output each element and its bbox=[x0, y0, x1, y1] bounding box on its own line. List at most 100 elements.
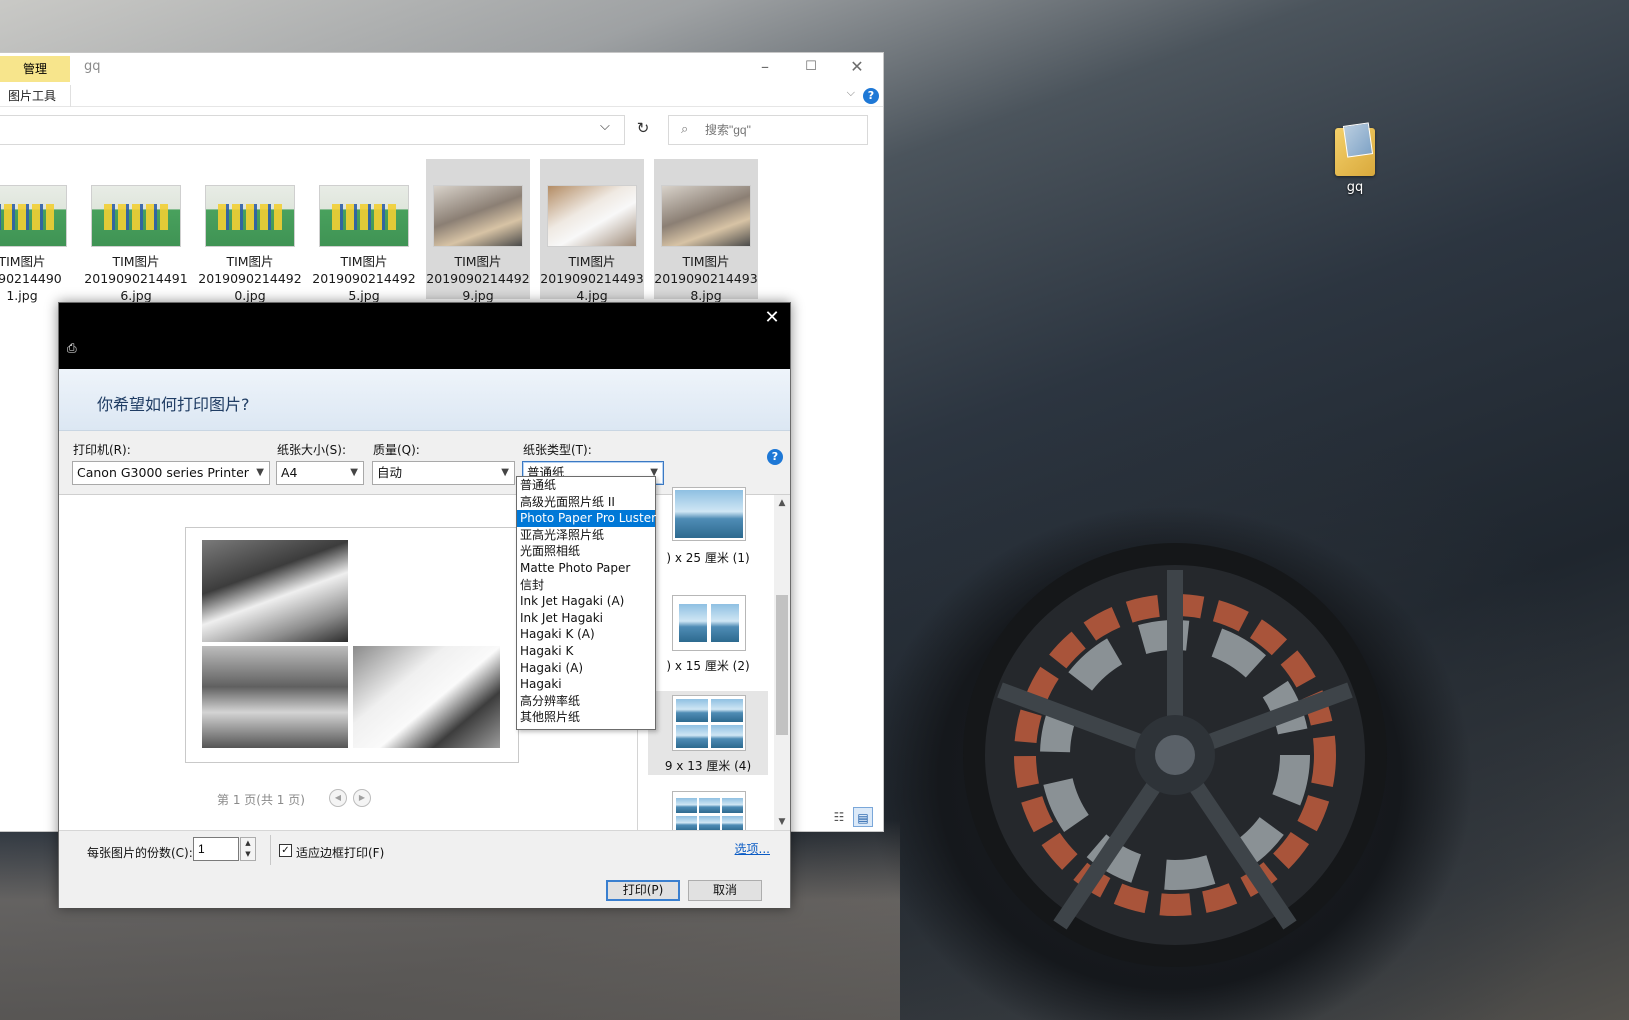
dropdown-option[interactable]: Hagaki (A) bbox=[517, 660, 655, 677]
layout-scrollbar[interactable]: ▲ ▼ bbox=[774, 495, 790, 830]
dropdown-option[interactable]: Ink Jet Hagaki (A) bbox=[517, 593, 655, 610]
layout-thumbnail bbox=[672, 695, 746, 751]
dropdown-option[interactable]: 其他照片纸 bbox=[517, 709, 655, 726]
dropdown-option[interactable]: 普通纸 bbox=[517, 477, 655, 494]
file-item[interactable]: TIM图片 2019090214492 0.jpg bbox=[198, 159, 302, 303]
printer-label: 打印机(R): bbox=[73, 443, 131, 457]
help-icon[interactable]: ? bbox=[863, 88, 879, 104]
file-thumbnail bbox=[661, 185, 751, 247]
quality-label: 质量(Q): bbox=[373, 443, 420, 457]
file-thumbnail bbox=[547, 185, 637, 247]
desktop-folder-gq[interactable]: gq bbox=[1325, 128, 1385, 195]
large-icons-view-icon[interactable]: ▤ bbox=[853, 807, 873, 827]
scroll-down-icon[interactable]: ▼ bbox=[774, 814, 790, 830]
file-name: TIM图片 2019090214493 8.jpg bbox=[654, 254, 758, 303]
printer-select-value: Canon G3000 series Printer bbox=[77, 465, 249, 480]
page-indicator: 第 1 页(共 1 页) bbox=[217, 793, 305, 807]
view-mode-switcher: ☷ ▤ bbox=[829, 807, 877, 827]
file-thumbnail bbox=[319, 185, 409, 247]
layout-option-selected[interactable]: 9 x 13 厘米 (4) bbox=[648, 691, 768, 775]
window-title: gq bbox=[84, 59, 101, 74]
dialog-question: 你希望如何打印图片? bbox=[97, 395, 250, 414]
row-divider bbox=[270, 835, 271, 865]
layout-caption: 9 x 13 厘米 (4) bbox=[664, 759, 752, 773]
refresh-button[interactable]: ↻ bbox=[628, 119, 658, 137]
next-page-button[interactable]: ▶ bbox=[353, 789, 371, 807]
print-pictures-dialog: ⎙ ✕ 你希望如何打印图片? 打印机(R): 纸张大小(S): 质量(Q): 纸… bbox=[58, 302, 791, 908]
options-link[interactable]: 选项... bbox=[735, 840, 770, 857]
dropdown-option[interactable]: 信封 bbox=[517, 577, 655, 594]
layout-thumbnail bbox=[672, 595, 746, 651]
dropdown-option[interactable]: Hagaki K bbox=[517, 643, 655, 660]
stepper-down-icon[interactable]: ▼ bbox=[241, 849, 255, 860]
dialog-close-button[interactable]: ✕ bbox=[760, 307, 784, 328]
dropdown-option-highlighted[interactable]: Photo Paper Pro Luster bbox=[517, 510, 656, 527]
layout-list: ) x 25 厘米 (1) ) x 15 厘米 (2) 9 x 13 厘米 (4… bbox=[637, 487, 790, 831]
layout-caption: ) x 25 厘米 (1) bbox=[666, 551, 750, 565]
dropdown-option[interactable]: 高级光面照片纸 II bbox=[517, 494, 655, 511]
paper-size-label: 纸张大小(S): bbox=[277, 443, 347, 457]
paper-size-select[interactable]: A4 ▼ bbox=[276, 461, 364, 485]
search-box[interactable]: ⌕ bbox=[668, 115, 868, 145]
address-row: ⌵ ↻ ⌕ bbox=[0, 107, 883, 147]
file-item-selected[interactable]: TIM图片 2019090214493 4.jpg bbox=[540, 159, 644, 303]
dialog-header: 你希望如何打印图片? bbox=[59, 369, 790, 431]
file-name: TIM图片 2019090214492 9.jpg bbox=[426, 254, 530, 303]
dropdown-option[interactable]: Hagaki bbox=[517, 676, 655, 693]
file-item-selected[interactable]: TIM图片 2019090214492 9.jpg bbox=[426, 159, 530, 303]
fit-frame-checkbox[interactable]: ✓ bbox=[279, 844, 292, 857]
paper-type-dropdown-list: 普通纸 高级光面照片纸 II Photo Paper Pro Luster 亚高… bbox=[516, 476, 656, 730]
scroll-thumb[interactable] bbox=[776, 595, 788, 735]
preview-photo bbox=[353, 646, 500, 748]
preview-page bbox=[185, 527, 519, 763]
copies-input[interactable] bbox=[193, 837, 239, 861]
ribbon-tab-manage[interactable]: 管理 bbox=[0, 56, 70, 82]
copies-stepper[interactable]: ▲ ▼ bbox=[240, 837, 256, 861]
previous-page-button[interactable]: ◀ bbox=[329, 789, 347, 807]
dropdown-option[interactable]: 亚高光泽照片纸 bbox=[517, 527, 655, 544]
minimize-button[interactable]: – bbox=[742, 53, 788, 83]
layout-option[interactable]: ) x 25 厘米 (1) bbox=[648, 487, 768, 579]
address-bar[interactable] bbox=[0, 115, 625, 145]
file-thumbnail bbox=[433, 185, 523, 247]
dropdown-option[interactable]: Matte Photo Paper bbox=[517, 560, 655, 577]
address-history-chevron-icon[interactable]: ⌵ bbox=[600, 119, 610, 134]
dropdown-option[interactable]: Ink Jet Hagaki bbox=[517, 610, 655, 627]
quality-select[interactable]: 自动 ▼ bbox=[372, 461, 515, 485]
layout-option[interactable] bbox=[648, 791, 768, 831]
file-item-selected[interactable]: TIM图片 2019090214493 8.jpg bbox=[654, 159, 758, 303]
cancel-button[interactable]: 取消 bbox=[688, 880, 762, 901]
file-item[interactable]: TIM图片90902144901.jpg bbox=[0, 159, 74, 303]
dropdown-option[interactable]: Hagaki K (A) bbox=[517, 626, 655, 643]
details-view-icon[interactable]: ☷ bbox=[829, 807, 849, 827]
folder-icon bbox=[1335, 128, 1375, 176]
file-thumbnail bbox=[205, 185, 295, 247]
paper-size-select-value: A4 bbox=[281, 465, 298, 480]
ribbon-row: 图片工具 ⌵ ? bbox=[0, 85, 883, 107]
layout-thumbnail bbox=[672, 487, 746, 541]
file-thumbnail bbox=[91, 185, 181, 247]
copies-row: 每张图片的份数(C): ▲ ▼ ✓ 适应边框打印(F) 选项... bbox=[59, 830, 790, 870]
ribbon-tab-picture-tools[interactable]: 图片工具 bbox=[8, 87, 56, 104]
close-button[interactable]: ✕ bbox=[834, 53, 880, 83]
search-input[interactable] bbox=[705, 121, 861, 139]
explorer-title-bar: 管理 gq – ☐ ✕ bbox=[0, 53, 883, 85]
dialog-help-icon[interactable]: ? bbox=[767, 449, 783, 465]
maximize-button[interactable]: ☐ bbox=[788, 53, 834, 83]
fit-frame-label[interactable]: 适应边框打印(F) bbox=[296, 844, 384, 861]
dropdown-option[interactable]: 光面照相纸 bbox=[517, 543, 655, 560]
file-item[interactable]: TIM图片 2019090214492 5.jpg bbox=[312, 159, 416, 303]
copies-label: 每张图片的份数(C): bbox=[87, 846, 193, 860]
layout-option[interactable]: ) x 15 厘米 (2) bbox=[648, 595, 768, 679]
chevron-down-icon: ▼ bbox=[501, 467, 509, 478]
printer-select[interactable]: Canon G3000 series Printer ▼ bbox=[72, 461, 270, 485]
stepper-up-icon[interactable]: ▲ bbox=[241, 838, 255, 849]
print-button[interactable]: 打印(P) bbox=[606, 880, 680, 901]
dropdown-option[interactable]: 高分辨率纸 bbox=[517, 693, 655, 710]
desktop-folder-label: gq bbox=[1346, 180, 1364, 195]
scroll-up-icon[interactable]: ▲ bbox=[774, 495, 790, 511]
file-item[interactable]: TIM图片 2019090214491 6.jpg bbox=[84, 159, 188, 303]
layout-thumbnail bbox=[672, 791, 746, 831]
ribbon-expand-chevron-icon[interactable]: ⌵ bbox=[847, 86, 855, 100]
printer-icon: ⎙ bbox=[67, 341, 77, 355]
